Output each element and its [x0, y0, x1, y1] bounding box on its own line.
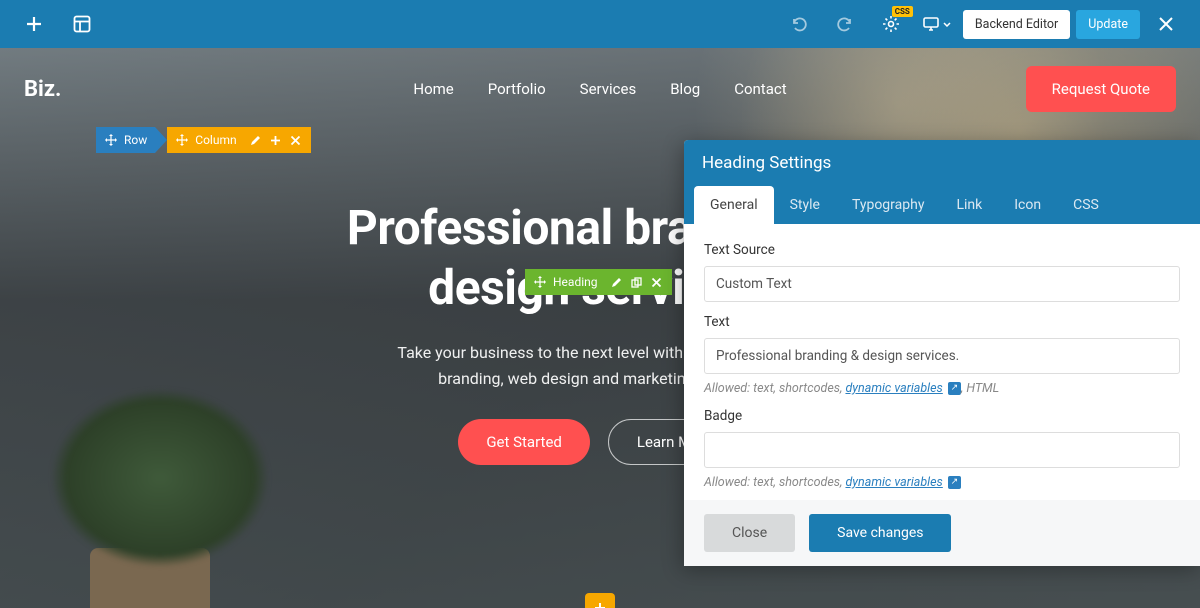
move-icon	[533, 275, 547, 289]
undo-icon	[790, 15, 808, 33]
row-control[interactable]: Row	[96, 127, 155, 153]
save-changes-button[interactable]: Save changes	[809, 514, 951, 552]
chevron-icon	[155, 127, 167, 153]
panel-body: Text Source Text Allowed: text, shortcod…	[684, 224, 1200, 500]
tab-general[interactable]: General	[694, 186, 774, 224]
row-label: Row	[124, 133, 147, 147]
plus-icon	[25, 15, 43, 33]
redo-button[interactable]	[825, 0, 865, 48]
plus-icon	[593, 601, 607, 608]
layout-button[interactable]	[62, 0, 102, 48]
nav-portfolio[interactable]: Portfolio	[488, 80, 546, 98]
nav-contact[interactable]: Contact	[734, 80, 786, 98]
badge-label: Badge	[704, 408, 1180, 424]
request-quote-button[interactable]: Request Quote	[1026, 66, 1176, 112]
settings-button[interactable]	[871, 0, 911, 48]
nav-blog[interactable]: Blog	[670, 80, 700, 98]
heading-controls: Heading	[525, 269, 672, 295]
external-link-icon: ↗	[948, 476, 961, 489]
move-icon	[175, 133, 189, 147]
dynamic-variables-link[interactable]: dynamic variables	[845, 381, 942, 396]
toolbar-left-group	[14, 0, 102, 48]
update-button[interactable]: Update	[1076, 10, 1140, 39]
chevron-down-icon	[943, 22, 951, 27]
toolbar-right-group: Backend Editor Update	[779, 0, 1186, 48]
backend-editor-button[interactable]: Backend Editor	[963, 10, 1070, 39]
text-input[interactable]	[704, 338, 1180, 374]
dynamic-variables-link[interactable]: dynamic variables	[845, 475, 942, 490]
close-button[interactable]: Close	[704, 514, 795, 552]
column-label: Column	[195, 133, 236, 147]
add-section-button[interactable]	[585, 593, 615, 608]
responsive-button[interactable]	[917, 0, 957, 48]
nav-home[interactable]: Home	[413, 80, 453, 98]
heading-settings-panel: Heading Settings General Style Typograph…	[684, 140, 1200, 566]
editor-top-toolbar: Backend Editor Update	[0, 0, 1200, 48]
main-nav: Home Portfolio Services Blog Contact	[0, 80, 1200, 98]
edit-icon[interactable]	[249, 133, 263, 147]
close-icon[interactable]	[650, 275, 664, 289]
move-icon	[104, 133, 118, 147]
panel-footer: Close Save changes	[684, 500, 1200, 566]
panel-tabs: General Style Typography Link Icon CSS	[684, 186, 1200, 224]
undo-button[interactable]	[779, 0, 819, 48]
badge-hint: Allowed: text, shortcodes, dynamic varia…	[704, 475, 1180, 490]
heading-label: Heading	[553, 275, 598, 289]
hint-prefix: Allowed: text, shortcodes,	[704, 381, 845, 396]
get-started-button[interactable]: Get Started	[458, 419, 590, 465]
redo-icon	[836, 15, 854, 33]
close-icon	[1158, 16, 1174, 32]
gear-icon	[882, 15, 900, 33]
text-source-label: Text Source	[704, 242, 1180, 258]
text-source-select[interactable]	[704, 266, 1180, 302]
monitor-icon	[922, 15, 940, 33]
add-element-button[interactable]	[14, 0, 54, 48]
column-control[interactable]: Column	[167, 127, 310, 153]
text-label: Text	[704, 314, 1180, 330]
heading-control[interactable]: Heading	[525, 269, 672, 295]
tab-icon[interactable]: Icon	[998, 186, 1057, 224]
clone-icon[interactable]	[630, 275, 644, 289]
tab-css[interactable]: CSS	[1057, 186, 1115, 224]
layout-icon	[73, 15, 91, 33]
close-editor-button[interactable]	[1146, 0, 1186, 48]
tab-typography[interactable]: Typography	[836, 186, 940, 224]
hint-prefix: Allowed: text, shortcodes,	[704, 475, 845, 490]
text-hint: Allowed: text, shortcodes, dynamic varia…	[704, 381, 1180, 396]
tab-link[interactable]: Link	[940, 186, 998, 224]
row-column-controls: Row Column	[96, 127, 311, 153]
nav-services[interactable]: Services	[580, 80, 637, 98]
close-icon[interactable]	[289, 133, 303, 147]
tab-style[interactable]: Style	[774, 186, 836, 224]
hint-suffix: , HTML	[961, 381, 999, 396]
panel-title[interactable]: Heading Settings	[684, 140, 1200, 186]
external-link-icon: ↗	[948, 382, 961, 395]
site-header: Biz. Home Portfolio Services Blog Contac…	[0, 66, 1200, 112]
badge-input[interactable]	[704, 432, 1180, 468]
plus-icon[interactable]	[269, 133, 283, 147]
edit-icon[interactable]	[610, 275, 624, 289]
